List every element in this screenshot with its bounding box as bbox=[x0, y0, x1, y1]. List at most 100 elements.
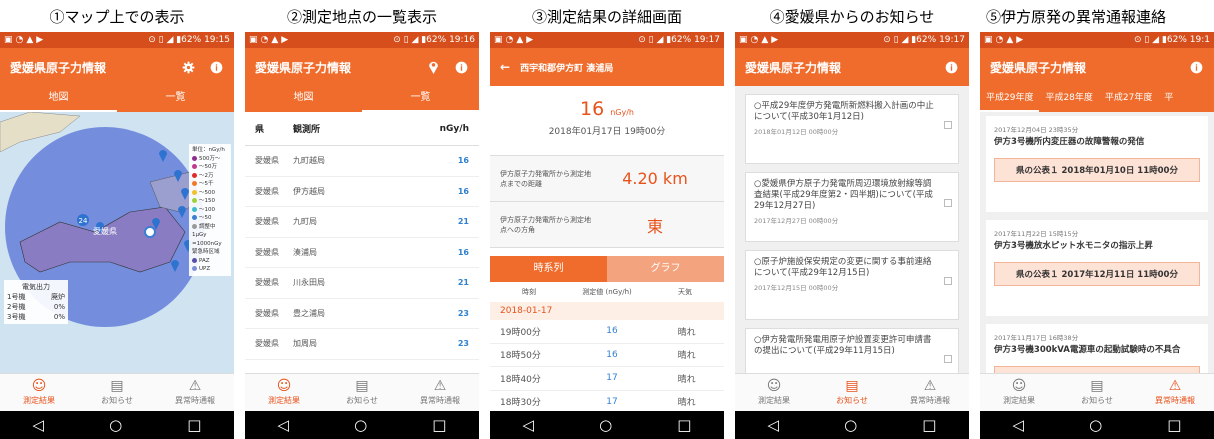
cell-value: 23 bbox=[457, 339, 469, 349]
table-row[interactable]: 愛媛県 九町越局 16 bbox=[245, 146, 479, 177]
legend-label: 500万〜 bbox=[199, 155, 221, 162]
alert-publication-button[interactable]: 県の公表１ 2018年01月10日 11時00分 bbox=[994, 158, 1200, 182]
status-bar: ▣◔▲▶ ⊙ ▯ ◢ ▮62% 19:16 bbox=[245, 32, 479, 48]
news-date: 2018年01月12日 00時00分 bbox=[754, 128, 839, 136]
home-icon[interactable]: ○ bbox=[1089, 416, 1102, 434]
back-icon[interactable]: ◁ bbox=[33, 416, 45, 434]
bottom-nav: ☺ 測定結果 ▤ お知らせ ⚠ 異常時通報 bbox=[980, 373, 1214, 411]
back-icon[interactable]: ◁ bbox=[278, 416, 290, 434]
tab-year[interactable]: 平成29年度 bbox=[980, 86, 1040, 112]
back-icon[interactable]: ◁ bbox=[523, 416, 535, 434]
legend-swatch bbox=[192, 223, 197, 229]
table-row[interactable]: 愛媛県 九町局 21 bbox=[245, 207, 479, 238]
alert-item[interactable]: 2017年12月04日 23時35分 伊方3号機所内変圧器の故障警報の発信 県の公表… bbox=[986, 116, 1208, 212]
series-date: 2018-01-17 bbox=[490, 302, 724, 320]
alert-title: 伊方3号機放水ピット水モニタの指示上昇 bbox=[994, 241, 1153, 251]
alert-publication-button[interactable]: 県の公表１ 2017年12月11日 11時00分 bbox=[994, 262, 1200, 286]
nav-item[interactable]: ▤ お知らせ bbox=[78, 374, 156, 411]
nav-item[interactable]: ▤ お知らせ bbox=[1058, 374, 1136, 411]
gear-icon[interactable] bbox=[180, 59, 196, 75]
external-link-icon[interactable] bbox=[944, 121, 952, 129]
nav-item[interactable]: ⚠ 異常時通報 bbox=[891, 374, 969, 411]
system-nav: ◁ ○ □ bbox=[735, 411, 969, 439]
map-view[interactable]: 24 愛媛県 単位：nGy/h 500万〜 〜50万 〜2万 〜5千 〜500 〜150 〜1… bbox=[0, 112, 234, 373]
nav-item[interactable]: ▤ お知らせ bbox=[323, 374, 401, 411]
tab-map[interactable]: 地図 bbox=[245, 86, 362, 112]
measurement-summary: 16 nGy/h 2018年01月17日 19時00分 bbox=[490, 86, 724, 156]
series-tabs: 時系列 グラフ bbox=[490, 256, 724, 282]
info-icon[interactable] bbox=[208, 59, 224, 75]
tab-map[interactable]: 地図 bbox=[0, 86, 117, 112]
nav-item[interactable]: ▤ お知らせ bbox=[813, 374, 891, 411]
info-icon[interactable] bbox=[943, 59, 959, 75]
series-row: 19時00分 16 晴れ bbox=[490, 320, 724, 344]
tab-timeseries[interactable]: 時系列 bbox=[490, 256, 607, 282]
nav-item[interactable]: ☺ 測定結果 bbox=[0, 374, 78, 411]
cell-station: 湊浦局 bbox=[293, 247, 317, 257]
tab-year[interactable]: 平成28年度 bbox=[1039, 86, 1098, 112]
external-link-icon[interactable] bbox=[944, 355, 952, 363]
table-row[interactable]: 愛媛県 伊方越局 16 bbox=[245, 177, 479, 207]
tab-list[interactable]: 一覧 bbox=[362, 86, 479, 112]
nav-label: 測定結果 bbox=[268, 396, 300, 405]
table-row[interactable]: 愛媛県 湊浦局 16 bbox=[245, 238, 479, 268]
recents-icon[interactable]: □ bbox=[432, 416, 446, 434]
news-card[interactable]: ○平成29年度伊方発電所新燃料搬入計画の中止について(平成30年1月12日) 20… bbox=[745, 94, 959, 164]
alert-list: 2017年12月04日 23時35分 伊方3号機所内変圧器の故障警報の発信 県の公表… bbox=[980, 112, 1214, 420]
back-icon[interactable]: ◁ bbox=[768, 416, 780, 434]
home-icon[interactable]: ○ bbox=[599, 416, 612, 434]
news-date: 2017年12月27日 00時00分 bbox=[754, 217, 839, 225]
results-icon: ☺ bbox=[31, 378, 47, 394]
news-date: 2017年12月15日 00時00分 bbox=[754, 284, 839, 292]
tab-list[interactable]: 一覧 bbox=[117, 86, 234, 112]
year-tabs: 平成29年度 平成28年度 平成27年度 平 bbox=[980, 86, 1214, 112]
bottom-nav: ☺ 測定結果 ▤ お知らせ ⚠ 異常時通報 bbox=[0, 373, 234, 411]
table-row[interactable]: 愛媛県 加周局 23 bbox=[245, 329, 479, 360]
distance-value: 4.20 km bbox=[622, 169, 688, 188]
app-title: 愛媛県原子力情報 bbox=[745, 60, 842, 75]
home-icon[interactable]: ○ bbox=[844, 416, 857, 434]
nav-item[interactable]: ☺ 測定結果 bbox=[735, 374, 813, 411]
recents-icon[interactable]: □ bbox=[677, 416, 691, 434]
table-row[interactable]: 愛媛県 川永田局 21 bbox=[245, 268, 479, 299]
external-link-icon[interactable] bbox=[944, 199, 952, 207]
location-pin-icon[interactable] bbox=[425, 59, 441, 75]
recents-icon[interactable]: □ bbox=[922, 416, 936, 434]
info-icon[interactable] bbox=[453, 59, 469, 75]
alert-item[interactable]: 2017年11月22日 15時15分 伊方3号機放水ピット水モニタの指示上昇 県の公… bbox=[986, 220, 1208, 316]
news-card[interactable]: ○愛媛県伊方原子力発電所周辺環境放射線等調査結果(平成29年度第2・四半期)につ… bbox=[745, 172, 959, 242]
tab-year[interactable]: 平 bbox=[1158, 86, 1179, 112]
nav-item[interactable]: ⚠ 異常時通報 bbox=[1136, 374, 1214, 411]
tab-graph[interactable]: グラフ bbox=[607, 256, 724, 282]
measurement-value: 16 nGy/h bbox=[579, 98, 634, 120]
tab-year[interactable]: 平成27年度 bbox=[1099, 86, 1158, 112]
home-icon[interactable]: ○ bbox=[109, 416, 122, 434]
nav-item[interactable]: ⚠ 異常時通報 bbox=[156, 374, 234, 411]
info-icon[interactable] bbox=[1188, 59, 1204, 75]
alert-title: 伊方3号機所内変圧器の故障警報の発信 bbox=[994, 137, 1145, 147]
news-list: ○平成29年度伊方発電所新燃料搬入計画の中止について(平成30年1月12日) 20… bbox=[735, 86, 969, 398]
nav-label: お知らせ bbox=[1081, 396, 1113, 405]
results-icon: ☺ bbox=[1011, 378, 1027, 394]
series-cell: 16 bbox=[606, 326, 618, 337]
table-row[interactable]: 愛媛県 豊之浦局 23 bbox=[245, 299, 479, 329]
news-card[interactable]: ○原子炉施設保安規定の変更に関する事前連絡について(平成29年12月15日) 20… bbox=[745, 250, 959, 320]
series-list: 19時00分 16 晴れ 18時50分 16 晴れ 18時40分 17 晴れ 18時30分 17 晴れ bbox=[490, 320, 724, 414]
map-place-label: 愛媛県 bbox=[93, 226, 117, 236]
legend-label: 調整中 bbox=[199, 223, 216, 230]
back-icon[interactable]: ◁ bbox=[1013, 416, 1025, 434]
status-bar: ▣◔▲▶ ⊙ ▯ ◢ ▮62% 19:17 bbox=[490, 32, 724, 48]
external-link-icon[interactable] bbox=[944, 277, 952, 285]
home-icon[interactable]: ○ bbox=[354, 416, 367, 434]
recents-icon[interactable]: □ bbox=[187, 416, 201, 434]
nav-item[interactable]: ⚠ 異常時通報 bbox=[401, 374, 479, 411]
back-arrow-icon[interactable]: ← bbox=[500, 60, 510, 74]
recents-icon[interactable]: □ bbox=[1167, 416, 1181, 434]
nav-item[interactable]: ☺ 測定結果 bbox=[980, 374, 1058, 411]
direction-row: 伊方原子力発電所から測定地点への方角 東 bbox=[490, 202, 724, 248]
nav-label: お知らせ bbox=[101, 396, 133, 405]
cell-prefecture: 愛媛県 bbox=[255, 186, 279, 196]
panel-map: ①マップ上での表示 ▣◔▲▶ ⊙ ▯ ◢ ▮62% 19:15 愛媛県原子力情報 … bbox=[0, 0, 234, 439]
nav-item[interactable]: ☺ 測定結果 bbox=[245, 374, 323, 411]
legend-swatch bbox=[192, 257, 197, 263]
